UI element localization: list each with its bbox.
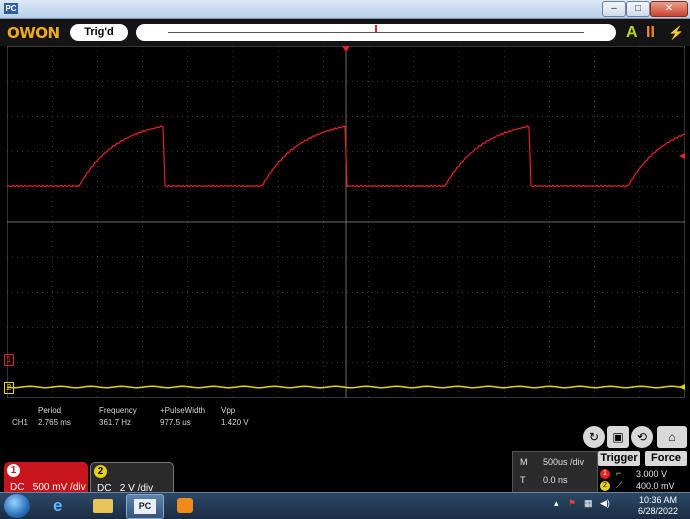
timebase-m-value: 500us /div — [543, 457, 585, 467]
trigger-status-badge: Trig'd — [70, 24, 128, 41]
measure-value-pulsewidth: 977.5 us — [160, 418, 191, 427]
scope-toolbar: OWON Trig'd A II ⚡ — [0, 19, 690, 46]
trigger-position-marker[interactable] — [375, 25, 377, 32]
autoset-icon[interactable]: ⟲ — [631, 426, 653, 448]
ch1-ground-marker[interactable]: 1 — [4, 354, 14, 366]
app-icon: PC — [4, 3, 18, 14]
pc-app-label: PC — [134, 499, 156, 514]
force-button[interactable]: Force — [645, 451, 687, 466]
maximize-button[interactable]: □ — [626, 1, 650, 17]
owon-logo: OWON — [7, 24, 60, 42]
measure-channel: CH1 — [12, 418, 29, 427]
measure-header-frequency: Frequency — [99, 406, 137, 415]
home-icon[interactable]: ⌂ — [657, 426, 687, 448]
measure-value-vpp: 1.420 V — [221, 418, 249, 427]
trigger-source-badge: 1 — [600, 469, 610, 479]
close-button[interactable]: ✕ — [650, 1, 688, 17]
run-icon[interactable]: ⚡ — [668, 23, 684, 42]
refresh-icon[interactable]: ↻ — [583, 426, 605, 448]
minimize-button[interactable]: – — [602, 1, 626, 17]
action-center-icon[interactable]: ⚑ — [568, 498, 576, 509]
ch2-ground-marker[interactable]: 2 — [4, 382, 14, 394]
ch1-number: 1 — [7, 464, 20, 477]
window-titlebar: PC – □ ✕ — [0, 0, 690, 19]
media-player-icon[interactable] — [167, 494, 203, 517]
folder-icon[interactable] — [85, 494, 121, 517]
trigger-button[interactable]: Trigger — [598, 451, 640, 466]
ie-icon[interactable]: e — [44, 494, 80, 517]
windows-taskbar: e PC ▴ ⚑ ▦ ◀) 10:36 AM 6/28/2022 — [0, 492, 690, 519]
start-button[interactable] — [4, 494, 30, 518]
ch2-number: 2 — [94, 465, 107, 478]
waveform-display[interactable] — [7, 46, 685, 398]
trigger-ch2-badge: 2 — [600, 481, 610, 491]
measure-header-pulsewidth: +PulseWidth — [160, 406, 206, 415]
trigger-settings[interactable]: 1 ⌐ 3.000 V 2 ⟋ 400.0 mV — [598, 468, 690, 492]
measure-value-frequency: 361.7 Hz — [99, 418, 132, 427]
timebase-panel[interactable]: M 500us /div T 0.0 ns — [512, 451, 598, 493]
ch2-panel[interactable]: 2 DC 2 V /div — [90, 462, 174, 494]
trigger-offset-value: 400.0 mV — [636, 481, 675, 491]
pc-app-button[interactable]: PC — [126, 494, 164, 519]
measure-header-vpp: Vpp — [221, 406, 236, 415]
timebase-t-value: 0.0 ns — [543, 475, 568, 485]
auto-button[interactable]: A — [626, 23, 638, 42]
tray-expand-icon[interactable]: ▴ — [554, 498, 559, 509]
measure-value-period: 2.765 ms — [38, 418, 71, 427]
measure-header-period: Period — [38, 406, 62, 415]
timebase-t-label: T — [520, 475, 526, 485]
timebar-line — [168, 32, 584, 33]
rising-edge-icon: ⌐ — [616, 468, 622, 478]
clock-time: 10:36 AM — [638, 495, 678, 505]
ch1-panel[interactable]: 1 DC 500 mV /div — [4, 462, 88, 493]
pause-button[interactable]: II — [646, 23, 655, 42]
taskbar-clock[interactable]: 10:36 AM 6/28/2022 — [628, 495, 688, 517]
volume-icon[interactable]: ◀) — [600, 498, 610, 509]
timebase-m-label: M — [520, 457, 528, 467]
clock-date: 6/28/2022 — [637, 506, 679, 516]
network-icon[interactable]: ▦ — [584, 498, 593, 509]
edge-slope-icon: ⟋ — [616, 480, 623, 490]
save-icon[interactable]: ▣ — [607, 426, 629, 448]
trigger-level-value: 3.000 V — [636, 469, 668, 479]
horizontal-position-bar[interactable] — [136, 24, 616, 41]
